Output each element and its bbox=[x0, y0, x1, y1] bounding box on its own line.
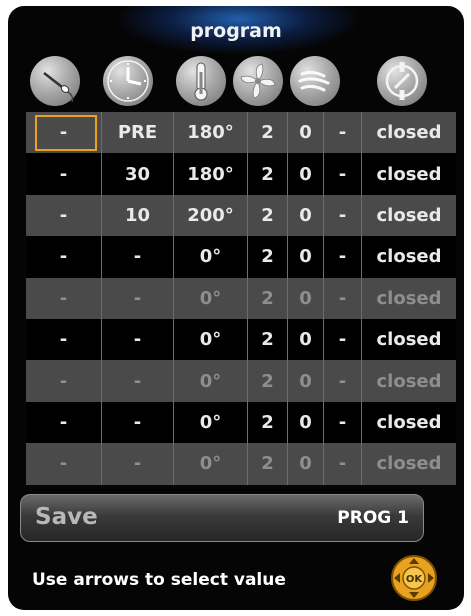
steam-cell[interactable]: 0 bbox=[288, 401, 324, 444]
probe-cell[interactable]: - bbox=[26, 360, 102, 402]
damper-cell[interactable]: closed bbox=[362, 153, 456, 194]
time-cell[interactable]: - bbox=[102, 277, 174, 319]
extra-cell[interactable]: - bbox=[324, 443, 362, 485]
probe-cell[interactable]: - bbox=[26, 153, 102, 195]
table-row: - 10 200° 2 0 - closed bbox=[26, 194, 456, 237]
time-cell[interactable]: - bbox=[102, 236, 174, 278]
damper-cell[interactable]: closed bbox=[362, 195, 456, 236]
probe-cell[interactable]: - bbox=[26, 194, 102, 237]
damper-icon bbox=[377, 56, 427, 106]
probe-cell[interactable]: - bbox=[26, 236, 102, 278]
steam-cell[interactable]: 0 bbox=[288, 153, 324, 195]
time-cell[interactable]: - bbox=[102, 318, 174, 361]
column-icons bbox=[8, 56, 464, 110]
temperature-cell[interactable]: 0° bbox=[174, 277, 248, 319]
probe-cell[interactable]: - bbox=[26, 318, 102, 361]
fan-icon bbox=[233, 56, 283, 106]
probe-cell[interactable]: - bbox=[26, 401, 102, 444]
ok-label: OK bbox=[406, 574, 424, 585]
steam-cell[interactable]: 0 bbox=[288, 277, 324, 319]
temperature-cell[interactable]: 0° bbox=[174, 318, 248, 361]
extra-cell[interactable]: - bbox=[324, 401, 362, 444]
probe-cell[interactable]: - bbox=[26, 112, 102, 154]
extra-cell[interactable]: - bbox=[324, 236, 362, 278]
save-button[interactable]: Save PROG 1 bbox=[20, 494, 424, 542]
temperature-cell[interactable]: 0° bbox=[174, 401, 248, 444]
program-name: PROG 1 bbox=[337, 508, 409, 528]
instruction-text: Use arrows to select value bbox=[32, 570, 286, 590]
temperature-cell[interactable]: 0° bbox=[174, 360, 248, 402]
fan-cell[interactable]: 2 bbox=[248, 153, 288, 195]
probe-cell[interactable]: - bbox=[26, 443, 102, 485]
probe-icon bbox=[30, 56, 80, 106]
temperature-cell[interactable]: 0° bbox=[174, 236, 248, 278]
extra-cell[interactable]: - bbox=[324, 318, 362, 361]
fan-cell[interactable]: 2 bbox=[248, 360, 288, 402]
clock-icon bbox=[103, 56, 153, 106]
oven-program-screen: program - PRE 180° 2 0 - closed - 30 180… bbox=[8, 6, 464, 610]
time-cell[interactable]: - bbox=[102, 360, 174, 402]
table-row: - - 0° 2 0 - closed bbox=[26, 360, 456, 402]
table-row: - - 0° 2 0 - closed bbox=[26, 277, 456, 319]
extra-cell[interactable]: - bbox=[324, 360, 362, 402]
time-cell[interactable]: PRE bbox=[102, 112, 174, 154]
damper-cell[interactable]: closed bbox=[362, 319, 456, 360]
steam-cell[interactable]: 0 bbox=[288, 360, 324, 402]
table-row: - PRE 180° 2 0 - closed bbox=[26, 112, 456, 154]
table-row: - - 0° 2 0 - closed bbox=[26, 236, 456, 278]
fan-cell[interactable]: 2 bbox=[248, 318, 288, 361]
steam-cell[interactable]: 0 bbox=[288, 112, 324, 154]
damper-cell[interactable]: closed bbox=[362, 236, 456, 277]
selection-cursor bbox=[35, 115, 97, 151]
temperature-cell[interactable]: 0° bbox=[174, 443, 248, 485]
extra-cell[interactable]: - bbox=[324, 277, 362, 319]
steam-icon bbox=[290, 56, 340, 106]
table-row: - 30 180° 2 0 - closed bbox=[26, 153, 456, 195]
temperature-cell[interactable]: 180° bbox=[174, 153, 248, 195]
time-cell[interactable]: 30 bbox=[102, 153, 174, 195]
fan-cell[interactable]: 2 bbox=[248, 443, 288, 485]
fan-cell[interactable]: 2 bbox=[248, 401, 288, 444]
temperature-cell[interactable]: 180° bbox=[174, 112, 248, 154]
fan-cell[interactable]: 2 bbox=[248, 194, 288, 237]
steam-cell[interactable]: 0 bbox=[288, 194, 324, 237]
table-row: - - 0° 2 0 - closed bbox=[26, 443, 456, 485]
program-table: - PRE 180° 2 0 - closed - 30 180° 2 0 - … bbox=[26, 112, 456, 485]
steam-cell[interactable]: 0 bbox=[288, 236, 324, 278]
ok-navigation-icon[interactable]: OK bbox=[390, 554, 438, 602]
damper-cell[interactable]: closed bbox=[362, 443, 456, 484]
table-row: - - 0° 2 0 - closed bbox=[26, 318, 456, 361]
time-cell[interactable]: - bbox=[102, 401, 174, 444]
extra-cell[interactable]: - bbox=[324, 112, 362, 154]
fan-cell[interactable]: 2 bbox=[248, 277, 288, 319]
temperature-cell[interactable]: 200° bbox=[174, 194, 248, 237]
steam-cell[interactable]: 0 bbox=[288, 443, 324, 485]
damper-cell[interactable]: closed bbox=[362, 402, 456, 443]
damper-cell[interactable]: closed bbox=[362, 278, 456, 319]
table-row: - - 0° 2 0 - closed bbox=[26, 401, 456, 444]
damper-cell[interactable]: closed bbox=[362, 112, 456, 153]
probe-cell[interactable]: - bbox=[26, 277, 102, 319]
damper-cell[interactable]: closed bbox=[362, 360, 456, 401]
time-cell[interactable]: - bbox=[102, 443, 174, 485]
page-title: program bbox=[190, 20, 282, 42]
extra-cell[interactable]: - bbox=[324, 153, 362, 195]
time-cell[interactable]: 10 bbox=[102, 194, 174, 237]
thermometer-icon bbox=[176, 56, 226, 106]
steam-cell[interactable]: 0 bbox=[288, 318, 324, 361]
fan-cell[interactable]: 2 bbox=[248, 236, 288, 278]
save-label: Save bbox=[35, 504, 98, 530]
extra-cell[interactable]: - bbox=[324, 194, 362, 237]
fan-cell[interactable]: 2 bbox=[248, 112, 288, 154]
